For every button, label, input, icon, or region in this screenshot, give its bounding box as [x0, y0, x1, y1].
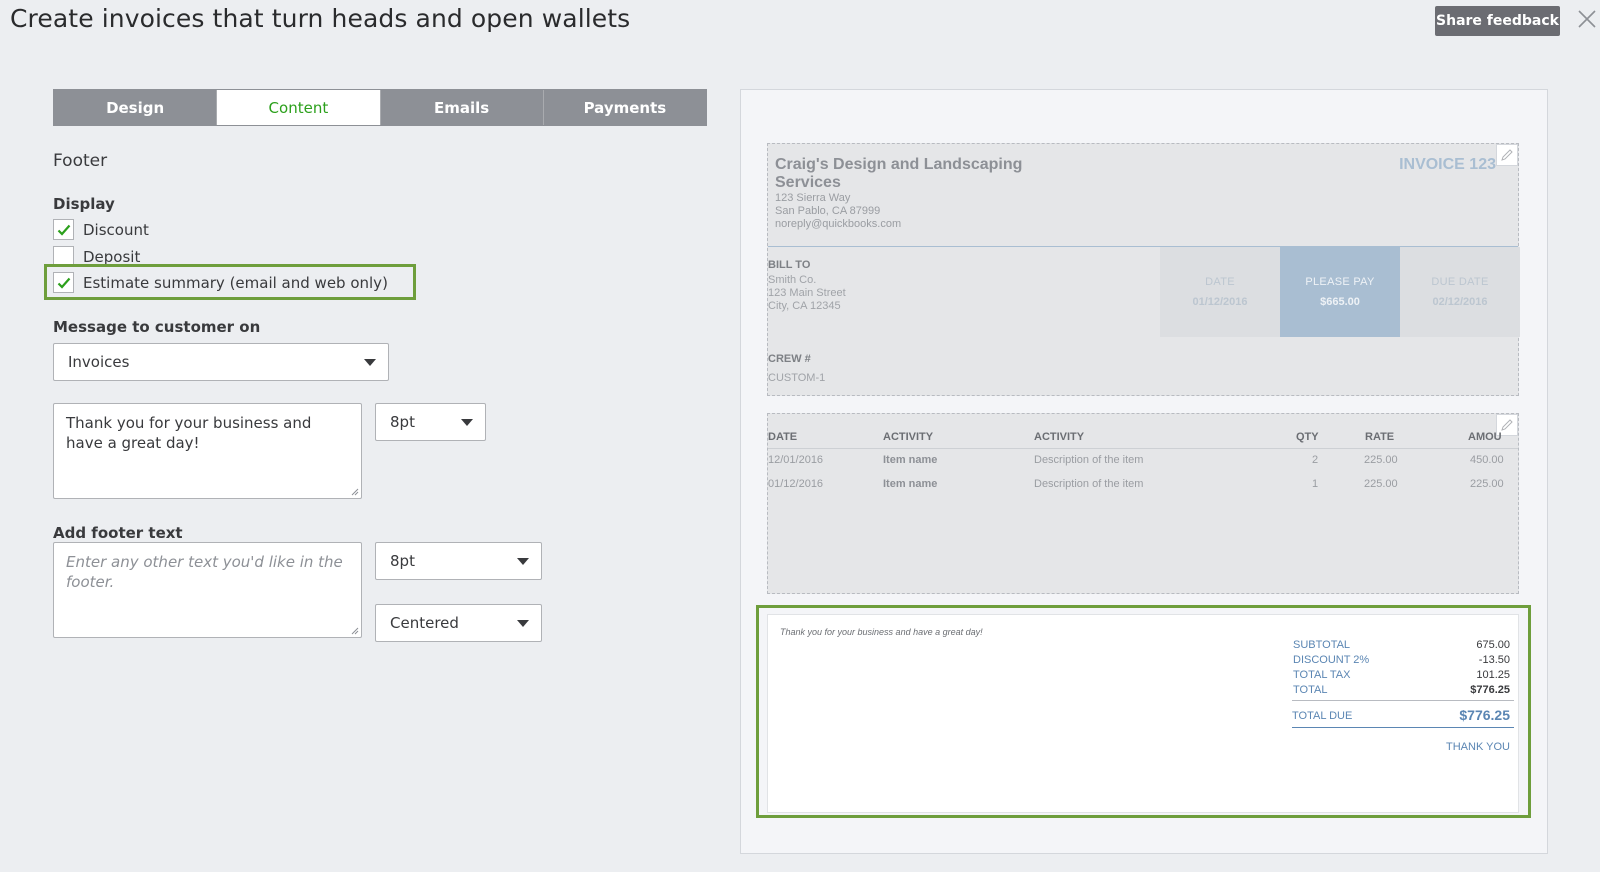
- edit-header-pencil-icon[interactable]: [1496, 144, 1518, 166]
- summary-due-date-label: DUE DATE: [1431, 276, 1489, 288]
- message-to-customer-label: Message to customer on: [53, 318, 261, 336]
- footer-font-size-value: 8pt: [390, 552, 415, 570]
- checkmark-icon: [57, 224, 70, 236]
- message-textarea[interactable]: Thank you for your business and have a g…: [53, 403, 362, 499]
- message-on-select[interactable]: Invoices: [53, 343, 389, 381]
- message-on-value: Invoices: [68, 353, 130, 371]
- crew-label: CREW #: [768, 353, 811, 365]
- section-title: Footer: [53, 151, 108, 171]
- table-header-rate: RATE: [1365, 431, 1395, 443]
- table-header-description: ACTIVITY: [1034, 431, 1085, 443]
- chevron-down-icon: [364, 359, 376, 366]
- invoice-table-block[interactable]: DATE ACTIVITY ACTIVITY QTY RATE AMOU 12/…: [767, 413, 1519, 594]
- summary-please-pay: PLEASE PAY $665.00: [1280, 247, 1400, 337]
- footer-textarea[interactable]: Enter any other text you'd like in the f…: [53, 542, 362, 638]
- row-amount: 450.00: [1470, 454, 1504, 466]
- bill-to-line: City, CA 12345: [768, 300, 841, 312]
- footer-placeholder: Enter any other text you'd like in the f…: [66, 553, 343, 591]
- row-item: Item name: [883, 478, 938, 490]
- tab-bar: Design Content Emails Payments: [53, 89, 707, 126]
- summary-please-pay-label: PLEASE PAY: [1305, 276, 1375, 288]
- company-name: Craig's Design and Landscaping Services: [775, 156, 1023, 191]
- bill-to-label: BILL TO: [768, 259, 811, 271]
- row-description: Description of the item: [1034, 478, 1144, 490]
- company-address-line: San Pablo, CA 87999: [775, 205, 881, 217]
- table-header-activity: ACTIVITY: [883, 431, 934, 443]
- row-qty: 2: [1312, 454, 1319, 466]
- footer-alignment-select[interactable]: Centered: [375, 604, 542, 642]
- tab-design[interactable]: Design: [54, 90, 218, 125]
- message-font-size-value: 8pt: [390, 413, 415, 431]
- row-qty: 1: [1312, 478, 1319, 490]
- chevron-down-icon: [517, 558, 529, 565]
- page-title: Create invoices that turn heads and open…: [10, 4, 631, 33]
- close-icon[interactable]: [1576, 8, 1598, 30]
- discount-option[interactable]: Discount: [53, 219, 149, 240]
- message-font-size-select[interactable]: 8pt: [375, 403, 486, 441]
- row-rate: 225.00: [1364, 478, 1398, 490]
- tab-payments[interactable]: Payments: [543, 90, 706, 125]
- estimate-summary-highlight: [44, 264, 416, 300]
- row-rate: 225.00: [1364, 454, 1398, 466]
- bill-to-line: Smith Co.: [768, 274, 817, 286]
- chevron-down-icon: [461, 419, 473, 426]
- summary-due-date: DUE DATE 02/12/2016: [1400, 247, 1520, 337]
- invoice-header-block[interactable]: Craig's Design and Landscaping Services …: [767, 143, 1520, 396]
- deposit-label: Deposit: [83, 247, 141, 266]
- summary-please-pay-value: $665.00: [1320, 296, 1360, 308]
- summary-date-label: DATE: [1205, 276, 1235, 288]
- summary-due-date-value: 02/12/2016: [1432, 296, 1488, 308]
- table-header-qty: QTY: [1296, 431, 1319, 443]
- tab-emails[interactable]: Emails: [380, 90, 544, 125]
- chevron-down-icon: [517, 620, 529, 627]
- display-label: Display: [53, 195, 115, 213]
- message-text: Thank you for your business and have a g…: [66, 414, 312, 452]
- footer-font-size-select[interactable]: 8pt: [375, 542, 542, 580]
- row-date: 01/12/2016: [768, 478, 824, 490]
- footer-preview-highlight: [756, 605, 1531, 818]
- crew-value: CUSTOM-1: [768, 372, 826, 384]
- table-header-divider: [768, 448, 1518, 449]
- bill-to-line: 123 Main Street: [768, 287, 846, 299]
- tab-content[interactable]: Content: [217, 90, 381, 125]
- bill-to: BILL TO Smith Co. 123 Main Street City, …: [768, 259, 846, 313]
- invoice-title: INVOICE 123: [1399, 156, 1496, 173]
- resize-handle-icon[interactable]: [351, 488, 359, 496]
- discount-checkbox[interactable]: [53, 219, 74, 240]
- summary-date-value: 01/12/2016: [1192, 296, 1248, 308]
- footer-alignment-value: Centered: [390, 614, 459, 632]
- row-item: Item name: [883, 454, 938, 466]
- table-header-date: DATE: [768, 431, 798, 443]
- share-feedback-button[interactable]: Share feedback: [1435, 6, 1560, 36]
- summary-date: DATE 01/12/2016: [1160, 247, 1280, 337]
- crew-field: CREW # CUSTOM-1: [768, 353, 825, 384]
- company-address-line: 123 Sierra Way: [775, 192, 851, 204]
- resize-handle-icon[interactable]: [351, 627, 359, 635]
- row-description: Description of the item: [1034, 454, 1144, 466]
- row-amount: 225.00: [1470, 478, 1504, 490]
- discount-label: Discount: [83, 220, 149, 239]
- add-footer-text-label: Add footer text: [53, 524, 183, 542]
- company-email: noreply@quickbooks.com: [775, 218, 902, 230]
- row-date: 12/01/2016: [768, 454, 824, 466]
- table-header-amount: AMOU: [1468, 431, 1502, 443]
- company-info: Craig's Design and Landscaping Services …: [775, 156, 1035, 231]
